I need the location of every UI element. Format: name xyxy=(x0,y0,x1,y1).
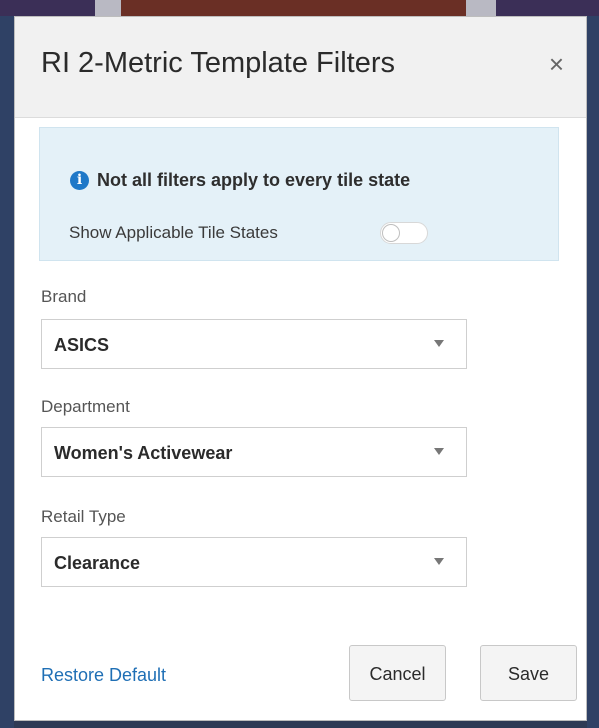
background-strip xyxy=(95,0,121,16)
retail-type-select[interactable]: Clearance xyxy=(41,537,467,587)
retail-type-label: Retail Type xyxy=(41,507,126,526)
toggle-knob xyxy=(382,224,400,242)
info-icon: i xyxy=(70,171,89,190)
background-strip xyxy=(466,0,496,16)
background-strip xyxy=(496,0,599,16)
restore-default-link[interactable]: Restore Default xyxy=(41,665,166,686)
brand-value: ASICS xyxy=(54,335,110,355)
background-panel xyxy=(0,16,14,728)
dialog-header: RI 2-Metric Template Filters × xyxy=(15,17,586,118)
background-panel xyxy=(587,16,599,728)
chevron-down-icon xyxy=(434,558,444,565)
chevron-down-icon xyxy=(434,340,444,347)
brand-label: Brand xyxy=(41,287,87,306)
info-message: Not all filters apply to every tile stat… xyxy=(97,170,411,190)
filters-dialog: RI 2-Metric Template Filters × i Not all… xyxy=(14,16,587,721)
department-label: Department xyxy=(41,397,130,416)
info-banner: i Not all filters apply to every tile st… xyxy=(39,127,559,261)
background-strip xyxy=(0,0,95,16)
retail-type-value: Clearance xyxy=(54,553,141,573)
close-icon[interactable]: × xyxy=(549,51,564,77)
show-applicable-tile-states-toggle[interactable] xyxy=(380,222,428,244)
dialog-title: RI 2-Metric Template Filters xyxy=(41,47,395,79)
background-strip xyxy=(121,0,466,16)
toggle-label: Show Applicable Tile States xyxy=(69,223,278,242)
chevron-down-icon xyxy=(434,448,444,455)
cancel-button[interactable]: Cancel xyxy=(349,645,446,701)
department-value: Women's Activewear xyxy=(54,443,233,463)
brand-select[interactable]: ASICS xyxy=(41,319,467,369)
save-button[interactable]: Save xyxy=(480,645,577,701)
department-select[interactable]: Women's Activewear xyxy=(41,427,467,477)
